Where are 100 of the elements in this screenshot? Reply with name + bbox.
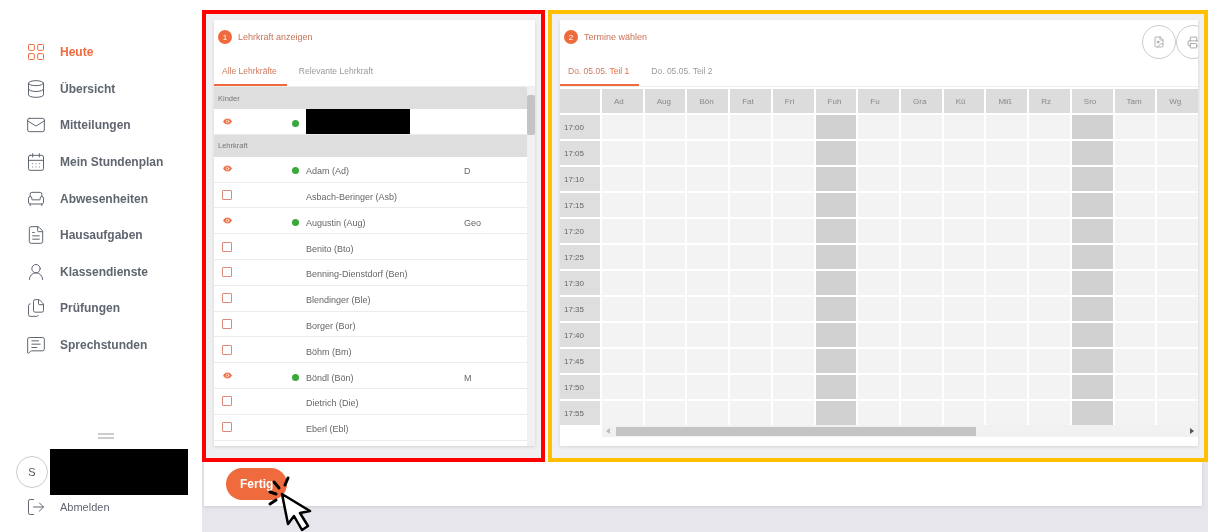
time-slot[interactable]	[815, 219, 857, 243]
tab[interactable]: Do. 05.05. Teil 2	[643, 60, 723, 86]
time-slot[interactable]	[1157, 141, 1198, 165]
time-slot[interactable]	[815, 323, 857, 347]
time-slot[interactable]	[1157, 375, 1198, 399]
time-slot[interactable]	[815, 375, 857, 399]
time-slot[interactable]	[1071, 401, 1113, 425]
time-slot[interactable]	[1114, 193, 1156, 217]
nav-item[interactable]: Hausaufgaben	[26, 216, 202, 254]
checkbox[interactable]	[222, 190, 232, 200]
time-slot[interactable]	[1114, 349, 1156, 373]
time-slot[interactable]	[1071, 271, 1113, 295]
time-slot[interactable]	[1071, 219, 1113, 243]
time-slot[interactable]	[1071, 297, 1113, 321]
time-slot[interactable]	[1071, 245, 1113, 269]
time-slot[interactable]	[815, 349, 857, 373]
time-label: 17:35	[560, 297, 600, 321]
time-slot[interactable]	[1157, 167, 1198, 191]
panel-title: Termine wählen	[584, 32, 648, 42]
teacher-name: Böndl (Bön)	[306, 372, 354, 383]
column-header: Aug	[644, 89, 686, 113]
pdf-file-icon	[1153, 36, 1165, 48]
time-slot[interactable]	[815, 297, 857, 321]
column-header: Gra	[901, 89, 942, 113]
drag-handle-icon[interactable]	[98, 433, 114, 440]
time-slot[interactable]	[1157, 349, 1198, 373]
pdf-button[interactable]	[1142, 25, 1176, 59]
column-header: Fuh	[815, 89, 857, 113]
time-slot[interactable]	[815, 193, 857, 217]
time-slot[interactable]	[1157, 219, 1198, 243]
teacher-name: Eberl (Ebl)	[306, 424, 349, 435]
checkbox[interactable]	[222, 267, 232, 278]
nav-item[interactable]: Übersicht	[26, 70, 202, 108]
checkbox[interactable]	[222, 396, 232, 407]
column-header: Ad	[602, 89, 643, 113]
time-slot[interactable]	[1114, 141, 1156, 165]
time-slot[interactable]	[1114, 323, 1156, 347]
time-slot[interactable]	[1114, 115, 1156, 139]
grid-icon	[26, 42, 46, 63]
time-label: 17:50	[560, 375, 600, 399]
time-slot[interactable]	[1114, 167, 1156, 191]
time-slot[interactable]	[1114, 375, 1156, 399]
nav-item[interactable]: Abwesenheiten	[26, 180, 202, 217]
nav-item[interactable]: Mein Stundenplan	[26, 143, 202, 181]
tab[interactable]: Do. 05.05. Teil 1	[560, 60, 640, 86]
checkbox[interactable]	[222, 318, 232, 329]
column-header: Kü	[943, 89, 985, 113]
time-slot[interactable]	[1114, 219, 1156, 243]
logout-icon	[26, 497, 46, 518]
time-slot[interactable]	[1071, 167, 1113, 191]
nav-item[interactable]: Sprechstunden	[26, 326, 202, 364]
done-button[interactable]: Fertig	[226, 468, 288, 500]
logout-link[interactable]: Abmelden	[26, 497, 202, 518]
status-dot	[292, 373, 299, 381]
time-slot[interactable]	[815, 401, 857, 425]
time-slot[interactable]	[815, 115, 857, 139]
eye-icon[interactable]	[222, 115, 233, 127]
nav-item[interactable]: Heute	[26, 34, 202, 71]
eye-icon[interactable]	[222, 214, 233, 226]
checkbox[interactable]	[222, 344, 232, 355]
time-slot[interactable]	[1071, 349, 1113, 373]
status-dot	[292, 119, 299, 127]
time-slot[interactable]	[815, 271, 857, 295]
eye-icon[interactable]	[222, 369, 233, 381]
teacher-name: Blendinger (Ble)	[306, 295, 371, 306]
checkbox[interactable]	[222, 293, 232, 304]
time-slot[interactable]	[1157, 115, 1198, 139]
checkbox[interactable]	[222, 422, 232, 433]
time-slot[interactable]	[1114, 401, 1156, 425]
nav-item[interactable]: Prüfungen	[26, 290, 202, 327]
time-slot[interactable]	[1157, 401, 1198, 425]
time-slot[interactable]	[1114, 297, 1156, 321]
time-slot[interactable]	[1071, 141, 1113, 165]
time-slot[interactable]	[1114, 271, 1156, 295]
status-dot	[292, 167, 299, 175]
time-slot[interactable]	[1071, 115, 1113, 139]
files-icon	[26, 298, 46, 319]
teacher-name: Borger (Bor)	[306, 320, 356, 331]
status-dot	[292, 218, 299, 226]
time-label: 17:05	[560, 141, 600, 165]
time-slot[interactable]	[1071, 375, 1113, 399]
time-slot[interactable]	[1071, 193, 1113, 217]
checkbox[interactable]	[222, 241, 232, 252]
time-slot[interactable]	[815, 245, 857, 269]
step-badge: 1	[218, 30, 232, 44]
time-slot[interactable]	[815, 167, 857, 191]
database-icon	[26, 78, 46, 99]
time-slot[interactable]	[1157, 245, 1198, 269]
time-slot[interactable]	[1157, 271, 1198, 295]
time-slot[interactable]	[815, 141, 857, 165]
teacher-name: Benito (Bto)	[306, 243, 354, 254]
time-slot[interactable]	[1114, 245, 1156, 269]
time-slot[interactable]	[1157, 193, 1198, 217]
tab[interactable]: Relevante Lehrkraft	[290, 60, 383, 86]
nav-item[interactable]: Klassendienste	[26, 253, 202, 291]
nav-item[interactable]: Mitteilungen	[26, 107, 202, 144]
time-slot[interactable]	[1071, 323, 1113, 347]
time-slot[interactable]	[1157, 297, 1198, 321]
eye-icon[interactable]	[222, 163, 233, 175]
time-slot[interactable]	[1157, 323, 1198, 347]
